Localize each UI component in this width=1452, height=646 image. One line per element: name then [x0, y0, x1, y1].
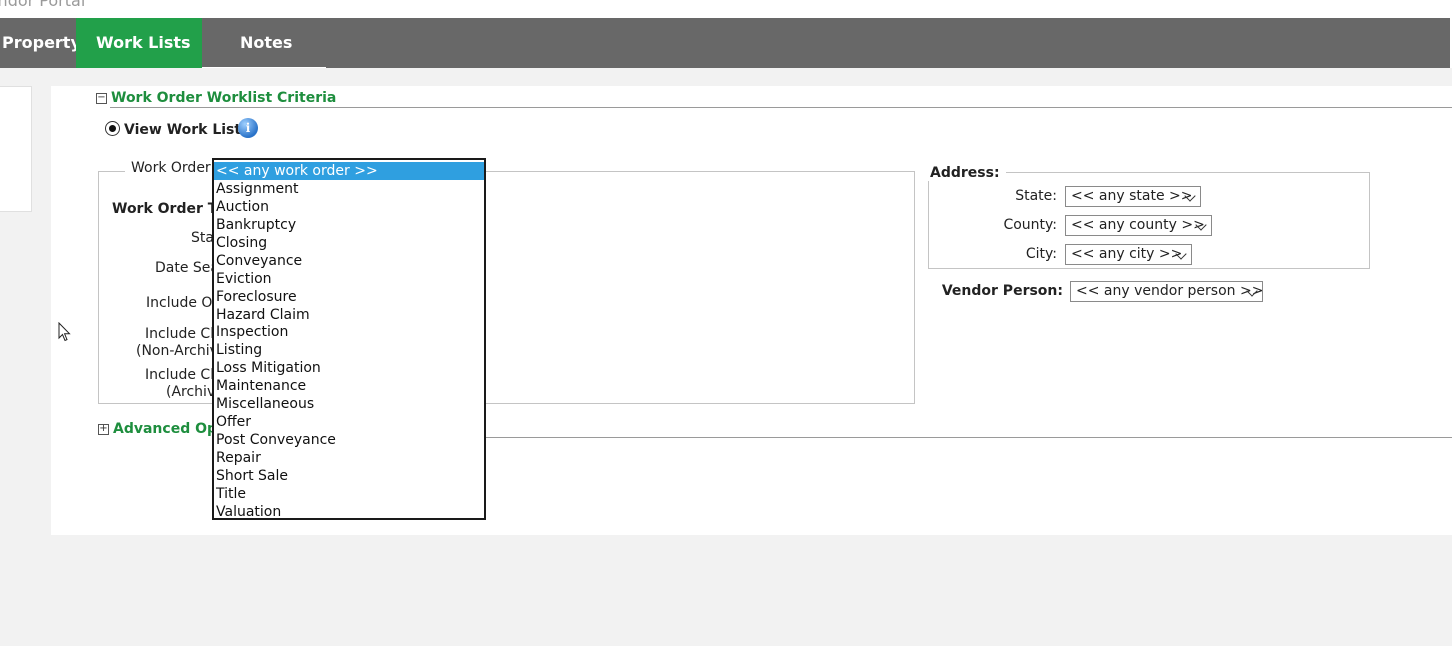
work-order-option[interactable]: Foreclosure	[214, 288, 484, 306]
city-select[interactable]: << any city >>	[1065, 244, 1192, 265]
work-order-option[interactable]: Short Sale	[214, 467, 484, 485]
work-order-option[interactable]: Auction	[214, 198, 484, 216]
tab-work-lists[interactable]: Work Lists	[76, 18, 202, 68]
section-divider	[110, 107, 1452, 108]
state-select-value: << any state >>	[1071, 188, 1193, 204]
tab-notes[interactable]: Notes	[220, 18, 312, 68]
county-select[interactable]: << any county >>	[1065, 215, 1212, 236]
county-select-value: << any county >>	[1071, 217, 1205, 233]
address-legend: Address:	[926, 165, 1006, 181]
work-order-option[interactable]: << any work order >>	[214, 162, 484, 180]
collapse-icon[interactable]: −	[96, 93, 107, 104]
portal-title: Vendor Portal	[0, 0, 86, 10]
work-order-option[interactable]: Valuation	[214, 503, 484, 521]
work-order-option[interactable]: Conveyance	[214, 252, 484, 270]
view-work-lists-label: View Work Lists	[124, 122, 250, 138]
work-order-option[interactable]: Offer	[214, 413, 484, 431]
work-order-option[interactable]: Post Conveyance	[214, 431, 484, 449]
vendor-person-select-value: << any vendor person >>	[1076, 283, 1264, 299]
work-order-option[interactable]: Listing	[214, 341, 484, 359]
work-order-option[interactable]: Closing	[214, 234, 484, 252]
vendor-person-select[interactable]: << any vendor person >>	[1070, 281, 1263, 302]
work-order-option[interactable]: Assignment	[214, 180, 484, 198]
info-icon[interactable]: i	[238, 118, 258, 138]
city-label: City:	[1025, 246, 1057, 262]
work-order-label: Work Order:	[125, 160, 222, 176]
top-strip: Vendor Portal	[0, 0, 1452, 18]
city-select-value: << any city >>	[1071, 246, 1183, 262]
work-order-option[interactable]: Bankruptcy	[214, 216, 484, 234]
view-work-lists-radio[interactable]	[105, 121, 120, 136]
expand-icon[interactable]: +	[98, 424, 109, 435]
vendor-person-label: Vendor Person:	[941, 283, 1063, 299]
work-order-option[interactable]: Miscellaneous	[214, 395, 484, 413]
state-select[interactable]: << any state >>	[1065, 186, 1201, 207]
criteria-section-title: Work Order Worklist Criteria	[111, 90, 337, 106]
criteria-section-header[interactable]: − Work Order Worklist Criteria	[96, 90, 336, 106]
left-panel	[0, 86, 32, 212]
mouse-cursor-icon	[58, 322, 71, 342]
advanced-divider	[484, 437, 1452, 438]
work-order-option[interactable]: Loss Mitigation	[214, 359, 484, 377]
work-order-option[interactable]: Inspection	[214, 323, 484, 341]
work-order-option[interactable]: Eviction	[214, 270, 484, 288]
work-order-option[interactable]: Title	[214, 485, 484, 503]
main-nav: Property Work Lists Notes	[0, 18, 1452, 68]
work-order-dropdown-list[interactable]: << any work order >> Assignment Auction Ban…	[212, 158, 486, 520]
tab-underline	[202, 67, 326, 68]
work-order-option[interactable]: Repair	[214, 449, 484, 467]
state-label: State:	[1015, 188, 1057, 204]
work-order-option[interactable]: Maintenance	[214, 377, 484, 395]
work-order-option[interactable]: Hazard Claim	[214, 306, 484, 324]
county-label: County:	[1003, 217, 1057, 233]
